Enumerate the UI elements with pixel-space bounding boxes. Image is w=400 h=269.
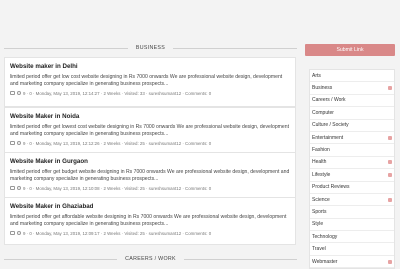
post-description: limited period offer get lowest cost web… bbox=[10, 124, 289, 138]
post-title-link[interactable]: Website Maker in Gurgaon bbox=[10, 158, 291, 165]
category-item[interactable]: Webmaster bbox=[310, 256, 394, 269]
feed-icon[interactable] bbox=[388, 160, 392, 165]
feed-icon[interactable] bbox=[388, 172, 392, 177]
category-label: Arts bbox=[312, 72, 321, 79]
category-item[interactable]: Health bbox=[310, 157, 394, 170]
category-label: Technology bbox=[312, 233, 338, 240]
category-label: Health bbox=[312, 159, 327, 166]
comment-icon bbox=[17, 231, 21, 236]
post-card: Website Maker in Noida limited period of… bbox=[4, 107, 296, 154]
post-meta: 9 · 0 · Monday, May 13, 2019, 12:14:27 ·… bbox=[10, 91, 291, 96]
sidebar: Submit Link Arts Business Careers / Work… bbox=[305, 0, 397, 269]
comment-icon bbox=[17, 91, 21, 96]
divider bbox=[183, 258, 298, 260]
post-meta: 9 · 0 · Monday, May 13, 2019, 12:09:17 ·… bbox=[10, 231, 291, 236]
feed-icon[interactable] bbox=[388, 259, 392, 264]
post-title-link[interactable]: Website Maker in Ghaziabad bbox=[10, 203, 291, 210]
post-title-link[interactable]: Website maker in Delhi bbox=[10, 63, 291, 70]
feed-icon[interactable] bbox=[388, 86, 392, 91]
category-item[interactable]: Careers / Work bbox=[310, 95, 394, 108]
post-meta-text: 9 · 0 · Monday, May 13, 2019, 12:14:27 ·… bbox=[23, 90, 212, 96]
post-meta-text: 9 · 0 · Monday, May 13, 2019, 12:12:26 ·… bbox=[23, 140, 212, 146]
category-item[interactable]: Computer bbox=[310, 107, 394, 120]
category-label: Travel bbox=[312, 246, 326, 253]
category-label: Careers / Work bbox=[312, 97, 346, 104]
post-description: limited period offer get low cost websit… bbox=[10, 74, 283, 88]
feed-icon[interactable] bbox=[388, 197, 392, 202]
category-item[interactable]: Fashion bbox=[310, 144, 394, 157]
category-item[interactable]: Sports bbox=[310, 206, 394, 219]
category-label: Business bbox=[312, 85, 333, 92]
vote-icon[interactable] bbox=[10, 141, 15, 146]
post-meta-text: 9 · 0 · Monday, May 13, 2019, 12:09:17 ·… bbox=[23, 230, 212, 236]
category-label: Product Reviews bbox=[312, 184, 350, 191]
category-label: Webmaster bbox=[312, 258, 338, 265]
feed-icon[interactable] bbox=[388, 135, 392, 140]
vote-icon[interactable] bbox=[10, 231, 15, 236]
category-label: Style bbox=[312, 221, 324, 228]
category-item[interactable]: Technology bbox=[310, 231, 394, 244]
section-header-business: BUSINESS bbox=[4, 41, 297, 55]
post-description: limited period offer get affordable webs… bbox=[10, 214, 287, 228]
comment-icon bbox=[17, 186, 21, 191]
divider bbox=[4, 258, 118, 260]
post-card: Website maker in Delhi limited period of… bbox=[4, 57, 296, 107]
post-title-link[interactable]: Website Maker in Noida bbox=[10, 113, 291, 120]
vote-icon[interactable] bbox=[10, 186, 15, 191]
comment-icon bbox=[17, 141, 21, 146]
category-label: Computer bbox=[312, 109, 334, 116]
category-item[interactable]: Travel bbox=[310, 243, 394, 256]
section-title: BUSINESS bbox=[135, 45, 166, 51]
category-label: Lifestyle bbox=[312, 171, 331, 178]
category-item[interactable]: Business bbox=[310, 82, 394, 95]
category-item[interactable]: Science bbox=[310, 194, 394, 207]
vote-icon[interactable] bbox=[10, 91, 15, 96]
category-item[interactable]: Product Reviews bbox=[310, 182, 394, 194]
category-item[interactable]: Lifestyle bbox=[310, 169, 394, 182]
category-item[interactable]: Entertainment bbox=[310, 132, 394, 145]
section-header-careers: CAREERS / WORK bbox=[4, 252, 298, 266]
category-label: Entertainment bbox=[312, 134, 344, 141]
category-label: Science bbox=[312, 196, 330, 203]
category-item[interactable]: Style bbox=[310, 219, 394, 232]
post-meta-text: 9 · 0 · Monday, May 13, 2019, 12:10:08 ·… bbox=[23, 185, 212, 191]
category-item[interactable]: Arts bbox=[310, 70, 394, 83]
category-label: Culture / Society bbox=[312, 122, 349, 129]
category-item[interactable]: Culture / Society bbox=[310, 120, 394, 132]
post-card: Website Maker in Ghaziabad limited perio… bbox=[4, 197, 296, 245]
category-label: Fashion bbox=[312, 147, 330, 154]
category-list: Arts Business Careers / Work Computer Cu… bbox=[309, 69, 395, 269]
main-column: BUSINESS Website maker in Delhi limited … bbox=[0, 0, 300, 266]
divider bbox=[173, 47, 297, 49]
category-label: Sports bbox=[312, 208, 327, 215]
submit-link-button[interactable]: Submit Link bbox=[305, 44, 395, 56]
post-card: Website Maker in Gurgaon limited period … bbox=[4, 152, 296, 200]
post-description: limited period offer get budget website … bbox=[10, 169, 290, 183]
divider bbox=[4, 47, 128, 49]
post-meta: 9 · 0 · Monday, May 13, 2019, 12:12:26 ·… bbox=[10, 141, 291, 146]
section-title: CAREERS / WORK bbox=[125, 256, 176, 262]
post-meta: 9 · 0 · Monday, May 13, 2019, 12:10:08 ·… bbox=[10, 186, 291, 191]
